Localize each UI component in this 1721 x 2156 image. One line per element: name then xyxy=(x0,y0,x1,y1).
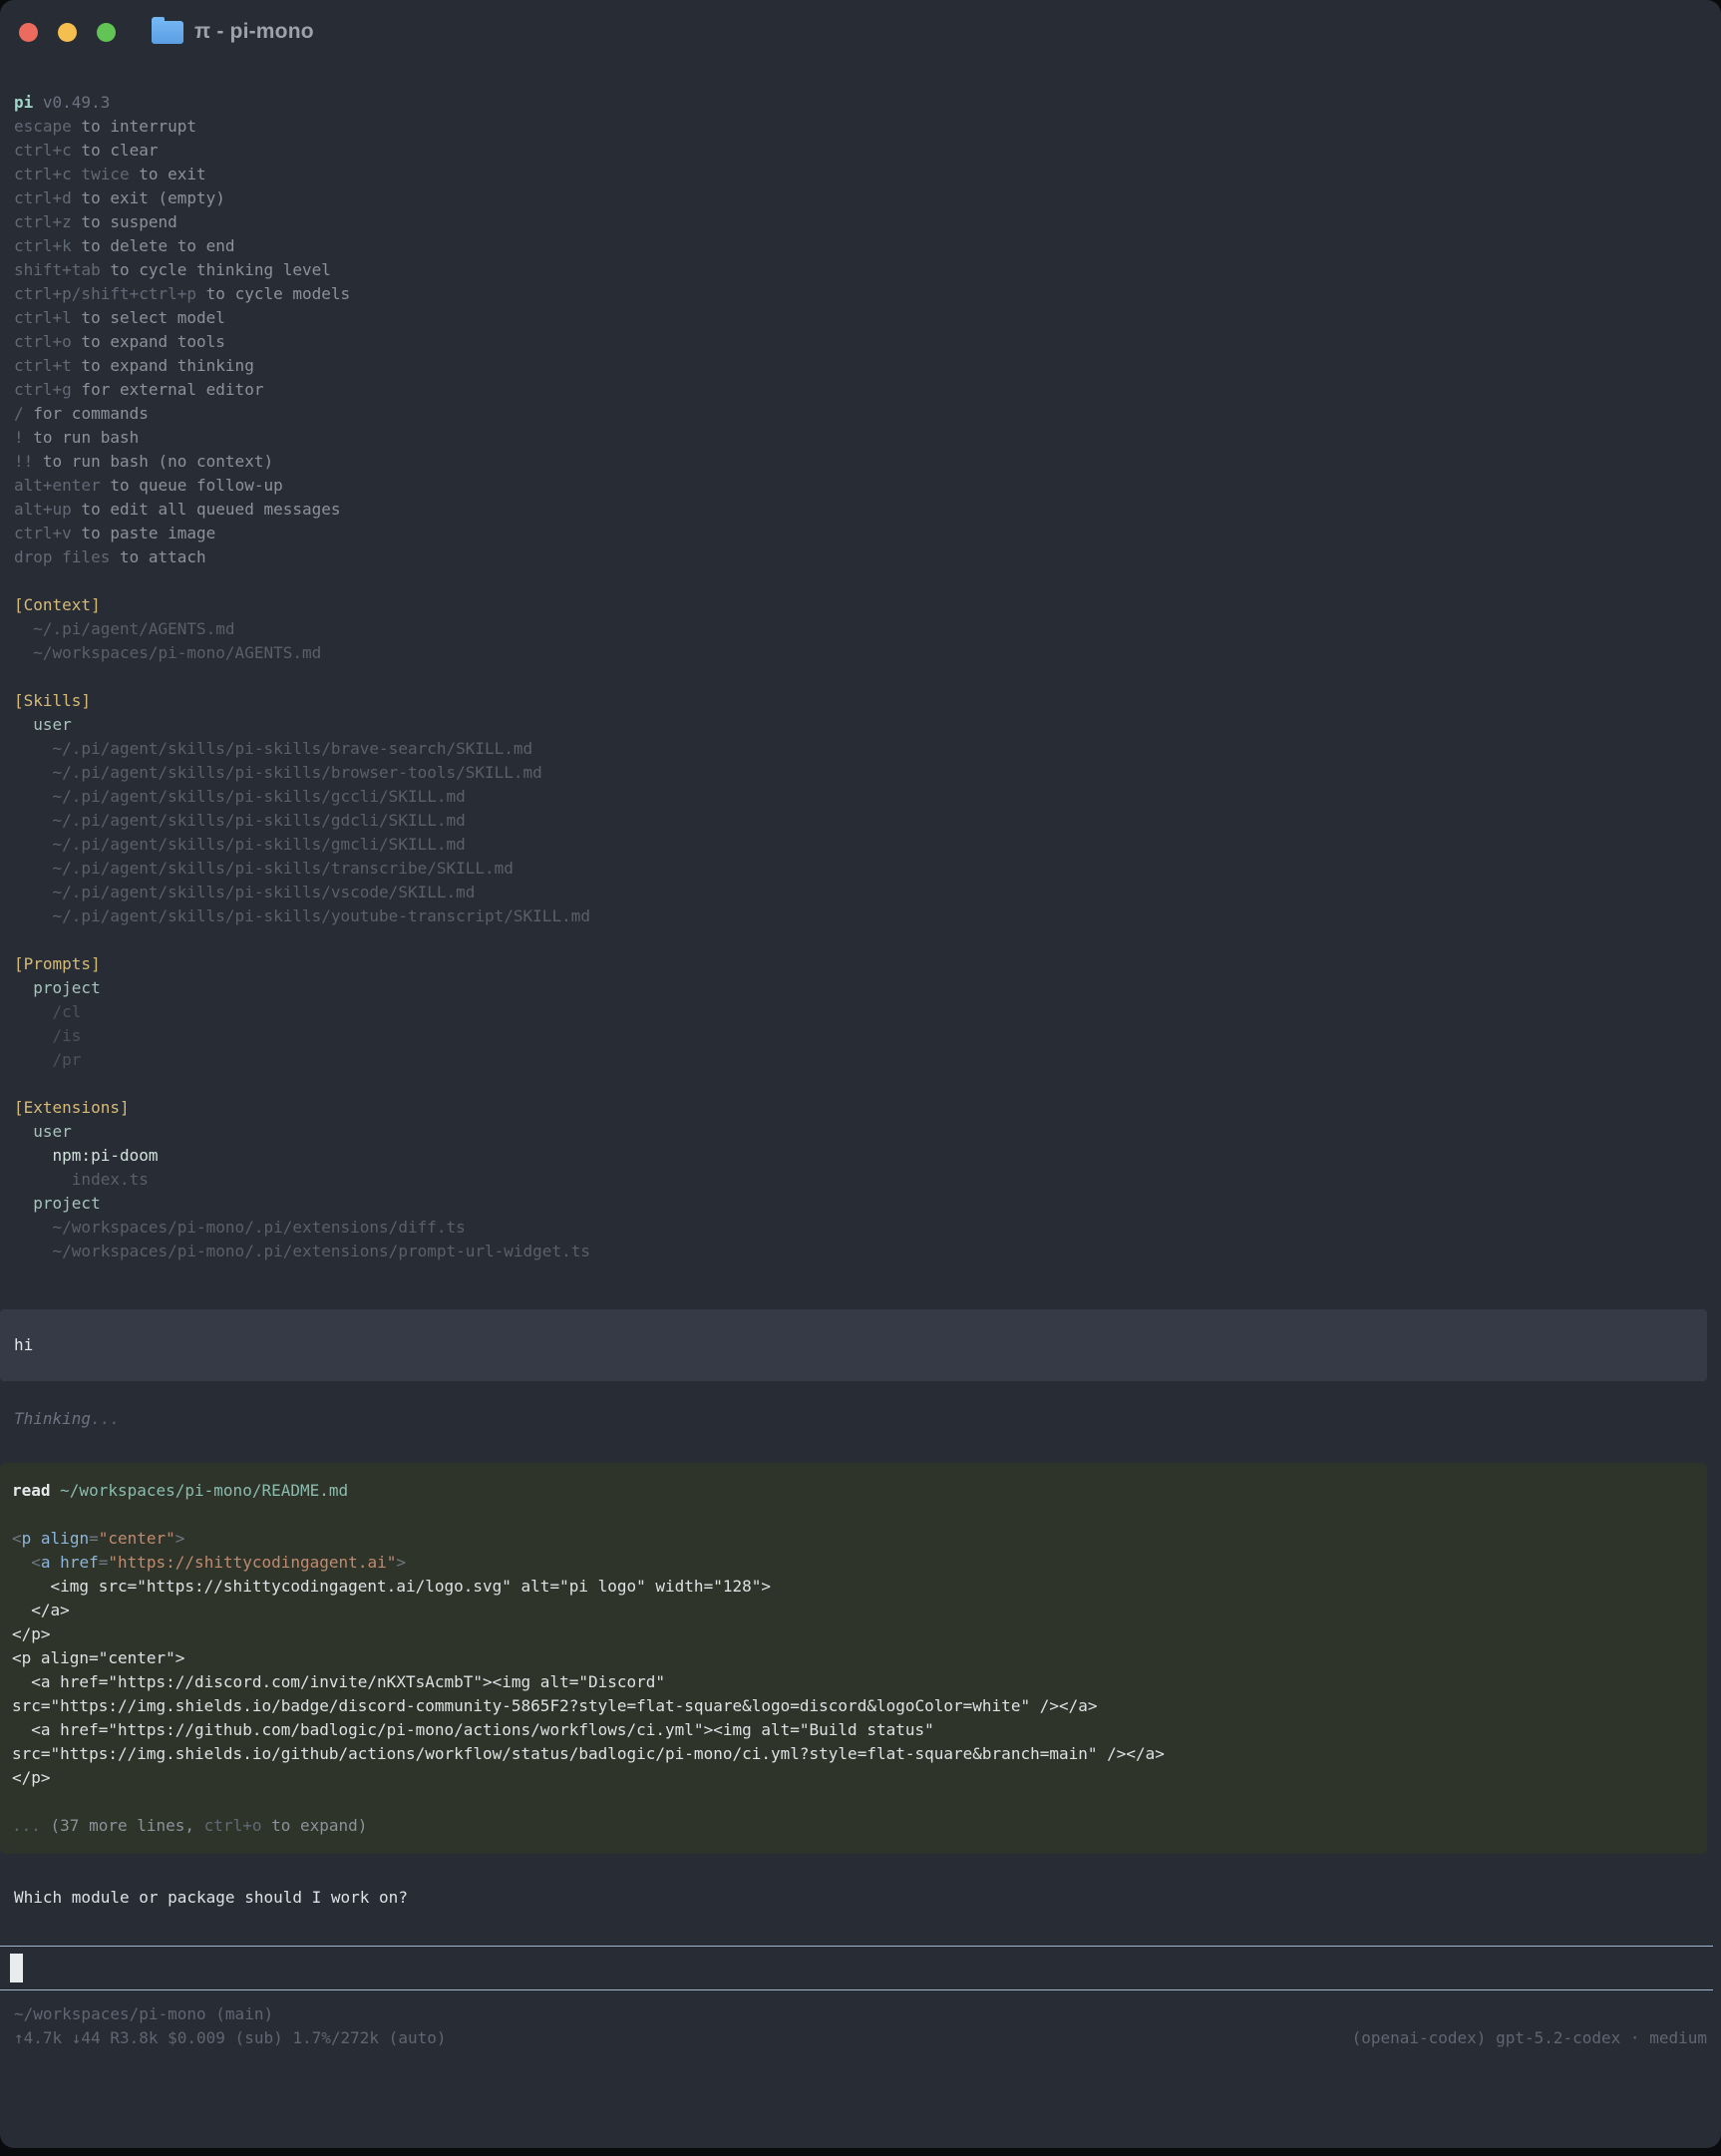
terminal-line: index.ts xyxy=(0,1168,1721,1192)
terminal-line: ctrl+l to select model xyxy=(0,306,1721,330)
terminal-line: /pr xyxy=(0,1048,1721,1072)
terminal-line: ~/.pi/agent/skills/pi-skills/browser-too… xyxy=(0,761,1721,785)
terminal-line: /cl xyxy=(0,1000,1721,1024)
terminal-line xyxy=(0,1503,1707,1527)
terminal-line: [Context] xyxy=(0,593,1721,617)
terminal-line: read ~/workspaces/pi-mono/README.md xyxy=(0,1479,1707,1503)
terminal-line: ~/.pi/agent/skills/pi-skills/brave-searc… xyxy=(0,737,1721,761)
terminal-line: <a href="https://github.com/badlogic/pi-… xyxy=(0,1718,1707,1742)
terminal-line: ~/.pi/agent/AGENTS.md xyxy=(0,617,1721,641)
terminal-line: ~/workspaces/pi-mono/.pi/extensions/prom… xyxy=(0,1240,1721,1263)
terminal-line: ~/.pi/agent/skills/pi-skills/youtube-tra… xyxy=(0,904,1721,928)
terminal-line: </p> xyxy=(0,1622,1707,1646)
terminal-line xyxy=(0,569,1721,593)
terminal-line: src="https://img.shields.io/badge/discor… xyxy=(0,1694,1707,1718)
minimize-button[interactable] xyxy=(58,23,77,42)
terminal-line: [Skills] xyxy=(0,689,1721,713)
terminal-line: ctrl+c twice to exit xyxy=(0,163,1721,186)
traffic-lights xyxy=(19,23,136,42)
tool-call-read-block: read ~/workspaces/pi-mono/README.md <p a… xyxy=(0,1463,1707,1854)
token-usage-stats: ↑4.7k ↓44 R3.8k $0.009 (sub) 1.7%/272k (… xyxy=(14,2026,446,2050)
statusbar: ~/workspaces/pi-mono (main) ↑4.7k ↓44 R3… xyxy=(0,2002,1721,2050)
terminal-line: ctrl+o to expand tools xyxy=(0,330,1721,354)
terminal-line: ctrl+v to paste image xyxy=(0,522,1721,545)
terminal-line: <p align="center"> xyxy=(0,1646,1707,1670)
terminal-line: !! to run bash (no context) xyxy=(0,450,1721,474)
terminal-line: ctrl+k to delete to end xyxy=(0,234,1721,258)
folder-icon xyxy=(152,21,183,44)
terminal-line: ~/.pi/agent/skills/pi-skills/gccli/SKILL… xyxy=(0,785,1721,809)
session-info: [Context] ~/.pi/agent/AGENTS.md ~/worksp… xyxy=(0,569,1721,1263)
close-button[interactable] xyxy=(19,23,38,42)
window-title: π - pi-mono xyxy=(194,20,314,44)
terminal-line: ~/workspaces/pi-mono/AGENTS.md xyxy=(0,641,1721,665)
terminal-line: ~/.pi/agent/skills/pi-skills/vscode/SKIL… xyxy=(0,881,1721,904)
terminal-line: escape to interrupt xyxy=(0,115,1721,139)
text-cursor xyxy=(10,1954,23,1982)
terminal-line: [Extensions] xyxy=(0,1096,1721,1120)
terminal-line: [Prompts] xyxy=(0,952,1721,976)
terminal-line: project xyxy=(0,1192,1721,1216)
terminal-window: π - pi-mono pi v0.49.3escape to interrup… xyxy=(0,0,1721,2148)
terminal-line: ctrl+p/shift+ctrl+p to cycle models xyxy=(0,282,1721,306)
terminal-line: <p align="center"> xyxy=(0,1527,1707,1551)
user-message-text: hi xyxy=(14,1335,33,1354)
terminal-line: <a href="https://discord.com/invite/nKXT… xyxy=(0,1670,1707,1694)
terminal-line: user xyxy=(0,1120,1721,1144)
terminal-line: npm:pi-doom xyxy=(0,1144,1721,1168)
terminal-line xyxy=(0,665,1721,689)
terminal-line: ~/.pi/agent/skills/pi-skills/gmcli/SKILL… xyxy=(0,833,1721,857)
terminal-line xyxy=(0,1790,1707,1814)
terminal-line: drop files to attach xyxy=(0,545,1721,569)
help-shortcuts: pi v0.49.3escape to interruptctrl+c to c… xyxy=(0,91,1721,569)
terminal-line xyxy=(0,1072,1721,1096)
terminal-line: ... (37 more lines, ctrl+o to expand) xyxy=(0,1814,1707,1838)
terminal-line: pi v0.49.3 xyxy=(0,91,1721,115)
maximize-button[interactable] xyxy=(97,23,116,42)
terminal-line: ! to run bash xyxy=(0,426,1721,450)
terminal-line: /is xyxy=(0,1024,1721,1048)
user-message: hi xyxy=(0,1309,1707,1381)
message-input[interactable] xyxy=(0,1946,1713,1990)
terminal-line: / for commands xyxy=(0,402,1721,426)
terminal-line: <img src="https://shittycodingagent.ai/l… xyxy=(0,1575,1707,1599)
terminal-line: ctrl+g for external editor xyxy=(0,378,1721,402)
assistant-question: Which module or package should I work on… xyxy=(0,1886,1721,1910)
terminal-line: <a href="https://shittycodingagent.ai"> xyxy=(0,1551,1707,1575)
terminal-line: shift+tab to cycle thinking level xyxy=(0,258,1721,282)
terminal-content: pi v0.49.3escape to interruptctrl+c to c… xyxy=(0,64,1721,2050)
terminal-line: </a> xyxy=(0,1599,1707,1622)
thinking-label: Thinking xyxy=(14,1409,91,1428)
terminal-line: ~/.pi/agent/skills/pi-skills/gdcli/SKILL… xyxy=(0,809,1721,833)
terminal-line: project xyxy=(0,976,1721,1000)
terminal-line: ctrl+d to exit (empty) xyxy=(0,186,1721,210)
terminal-line: src="https://img.shields.io/github/actio… xyxy=(0,1742,1707,1766)
model-info: (openai-codex) gpt-5.2-codex · medium xyxy=(1352,2026,1707,2050)
terminal-line: ~/.pi/agent/skills/pi-skills/transcribe/… xyxy=(0,857,1721,881)
terminal-line: ctrl+c to clear xyxy=(0,139,1721,163)
terminal-line: user xyxy=(0,713,1721,737)
thinking-dots: ... xyxy=(91,1409,120,1428)
terminal-line: </p> xyxy=(0,1766,1707,1790)
terminal-line: ~/workspaces/pi-mono/.pi/extensions/diff… xyxy=(0,1216,1721,1240)
terminal-line xyxy=(0,928,1721,952)
terminal-line: alt+enter to queue follow-up xyxy=(0,474,1721,498)
titlebar: π - pi-mono xyxy=(0,0,1721,64)
terminal-line: alt+up to edit all queued messages xyxy=(0,498,1721,522)
thinking-indicator: Thinking... xyxy=(0,1407,1721,1431)
terminal-line: ctrl+t to expand thinking xyxy=(0,354,1721,378)
cwd-branch-status: ~/workspaces/pi-mono (main) xyxy=(0,2002,1721,2026)
terminal-line: ctrl+z to suspend xyxy=(0,210,1721,234)
